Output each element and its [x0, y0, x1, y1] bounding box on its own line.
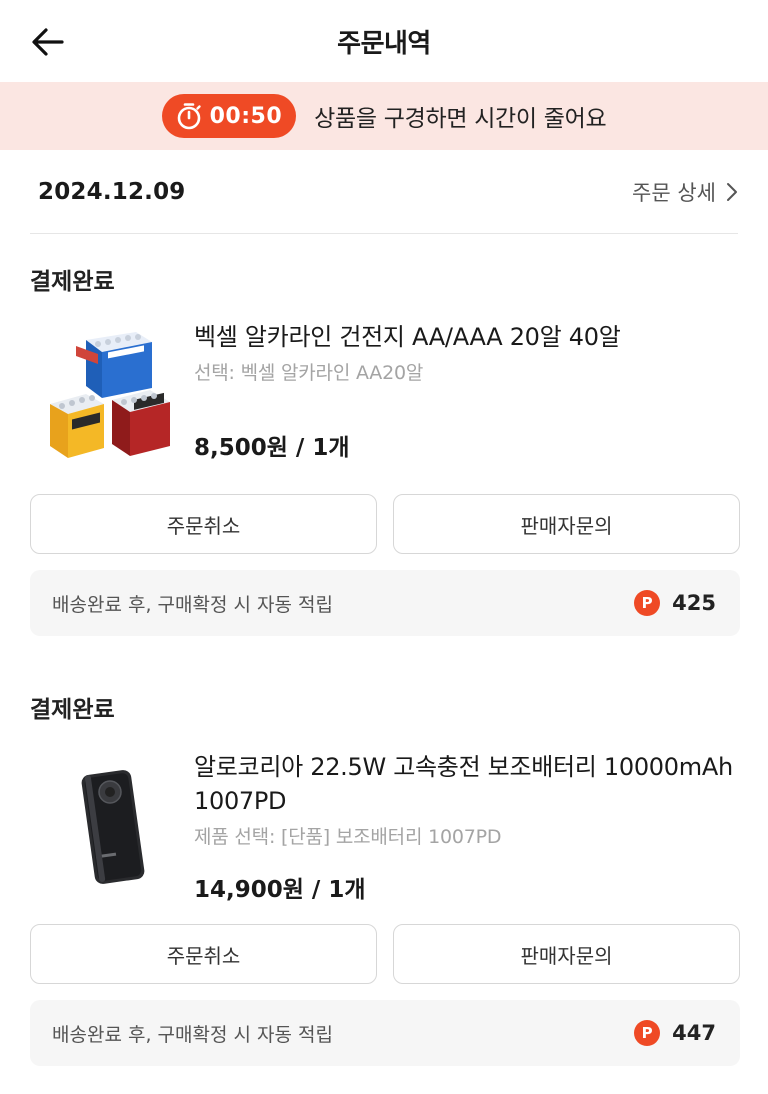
action-buttons: 주문취소 판매자문의: [30, 494, 740, 554]
point-amount: P 425: [634, 590, 716, 616]
product-info: 벡셀 알카라인 건전지 AA/AAA 20알 40알 선택: 벡셀 알카라인 A…: [194, 320, 740, 385]
product-option: 제품 선택: [단품] 보조배터리 1007PD: [194, 826, 502, 848]
point-text: 배송완료 후, 구매확정 시 자동 적립: [52, 1023, 333, 1046]
seller-inquiry-button[interactable]: 판매자문의: [393, 494, 740, 554]
product-info: 알로코리아 22.5W 고속충전 보조배터리 10000mAh 1007PD 제…: [194, 750, 740, 849]
product-image-power-bank: [81, 770, 145, 884]
order-status: 결제완료: [30, 269, 115, 295]
order-date-row: 2024.12.09 주문 상세: [38, 168, 738, 216]
product-name: 벡셀 알카라인 건전지 AA/AAA 20알 40알: [194, 323, 621, 351]
point-text: 배송완료 후, 구매확정 시 자동 적립: [52, 593, 333, 616]
order-detail-link[interactable]: 주문 상세: [632, 177, 738, 207]
back-button[interactable]: [30, 22, 74, 62]
page-title: 주문내역: [337, 28, 431, 59]
arrow-left-icon: [32, 28, 64, 56]
point-value: 447: [672, 1021, 716, 1045]
seller-inquiry-button[interactable]: 판매자문의: [393, 924, 740, 984]
cancel-order-button[interactable]: 주문취소: [30, 924, 377, 984]
cancel-order-button[interactable]: 주문취소: [30, 494, 377, 554]
order-date: 2024.12.09: [38, 179, 186, 205]
order-status: 결제완료: [30, 697, 115, 723]
product-name: 알로코리아 22.5W 고속충전 보조배터리 10000mAh 1007PD: [194, 753, 733, 815]
point-icon: P: [634, 1020, 661, 1046]
point-amount: P 447: [634, 1020, 716, 1046]
product-price: 8,500원 / 1개: [194, 435, 350, 461]
order-detail-label: 주문 상세: [632, 181, 716, 205]
divider: [30, 233, 738, 234]
product-option: 선택: 벡셀 알카라인 AA20알: [194, 362, 424, 384]
product-image-battery-boxes: [50, 332, 170, 458]
timer-message: 상품을 구경하면 시간이 줄어요: [314, 106, 607, 132]
order-item: 결제완료 알로코리아 22.5W 고속충전 보조배터리 10000mAh 100…: [30, 690, 740, 1066]
point-icon: P: [634, 590, 661, 616]
app-header: 주문내역: [0, 0, 768, 82]
product-row[interactable]: 벡셀 알카라인 건전지 AA/AAA 20알 40알 선택: 벡셀 알카라인 A…: [30, 320, 740, 470]
product-price: 14,900원 / 1개: [194, 877, 366, 903]
chevron-right-icon: [727, 183, 737, 201]
timer-value: 00:50: [209, 103, 283, 129]
point-info-box: 배송완료 후, 구매확정 시 자동 적립 P 425: [30, 570, 740, 636]
product-row[interactable]: 알로코리아 22.5W 고속충전 보조배터리 10000mAh 1007PD 제…: [30, 750, 740, 903]
timer-banner[interactable]: 00:50 상품을 구경하면 시간이 줄어요: [0, 82, 768, 150]
timer-badge: 00:50: [161, 94, 297, 138]
stopwatch-icon: [177, 103, 201, 130]
order-item: 결제완료 벡셀 알카라인 건전지 AA/AAA 20알 40알 선택: 벡셀 알…: [30, 262, 740, 636]
point-info-box: 배송완료 후, 구매확정 시 자동 적립 P 447: [30, 1000, 740, 1066]
action-buttons: 주문취소 판매자문의: [30, 924, 740, 984]
point-value: 425: [672, 591, 716, 615]
